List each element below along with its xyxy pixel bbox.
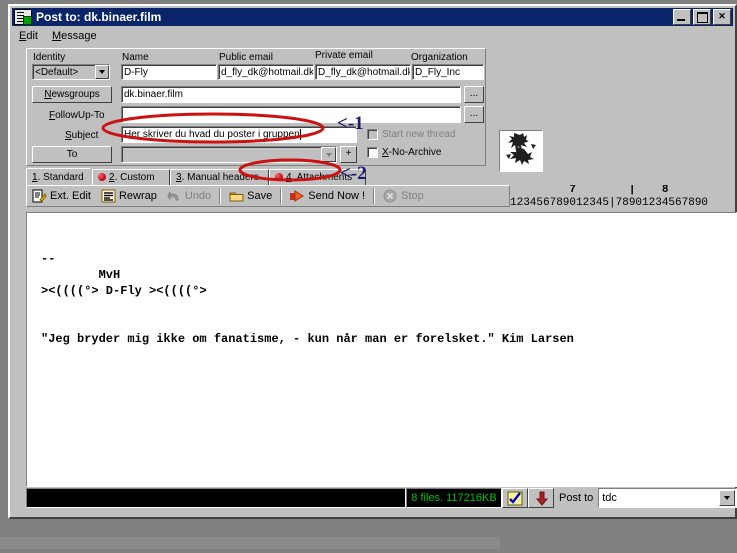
to-button[interactable]: To [32, 146, 112, 163]
undo-label: Undo [184, 190, 212, 202]
toolbar-separator-2 [280, 188, 283, 204]
start-new-thread-checkbox[interactable] [367, 129, 378, 140]
menubar: EEditdit Message [12, 27, 733, 45]
subject-label: Subject [65, 130, 99, 141]
close-button[interactable]: ✕ [713, 9, 731, 25]
followupto-field[interactable] [121, 106, 461, 123]
tab-manual-headers[interactable]: 3. Manual headers [170, 169, 269, 185]
checkmark-icon [507, 491, 523, 505]
organization-field[interactable]: D_Fly_Inc [412, 64, 484, 80]
name-value: D-Fly [124, 67, 148, 78]
identity-chevron-down-icon[interactable] [95, 65, 109, 79]
maximize-button[interactable] [693, 9, 711, 25]
window-titlebar[interactable]: Post to: dk.binaer.film ✕ [12, 8, 733, 26]
post-to-chevron-down-icon[interactable] [719, 490, 735, 506]
external-editor-icon [32, 189, 47, 203]
public-email-label: Public email [219, 52, 273, 63]
tab-custom[interactable]: 2. Custom [92, 169, 170, 185]
post-to-label: Post to [554, 488, 599, 508]
folder-save-icon [229, 189, 244, 203]
post-to-window: Post to: dk.binaer.film ✕ EEditdit Messa… [8, 4, 737, 519]
undo-arrow-icon [167, 189, 182, 203]
save-button[interactable]: Save [224, 186, 277, 206]
annotation-2: <-2 [340, 163, 367, 184]
editor-toolbar: Ext. Edit Rewrap Undo Save Send Now ! St… [26, 185, 510, 207]
stop-label: Stop [401, 190, 424, 202]
newsgroups-value: dk.binaer.film [124, 89, 183, 100]
red-down-arrow-icon [535, 491, 549, 506]
menu-message[interactable]: Message [45, 29, 104, 43]
ext-edit-label: Ext. Edit [50, 190, 91, 202]
annotation-1: <-1 [337, 113, 364, 134]
rewrap-label: Rewrap [118, 190, 157, 202]
ext-edit-button[interactable]: Ext. Edit [27, 186, 96, 206]
name-label: Name [122, 52, 149, 63]
subject-field[interactable]: Her skriver du hvad du poster i gruppen [121, 126, 357, 143]
identity-label: Identity [33, 52, 66, 63]
window-controls: ✕ [673, 9, 733, 25]
check-message-button[interactable] [502, 488, 528, 508]
newsgroups-field[interactable]: dk.binaer.film [121, 86, 461, 103]
message-body-text[interactable]: -- MvH ><((((°> D-Fly ><((((°> "Jeg bryd… [27, 213, 736, 347]
identity-value: <Default> [35, 67, 79, 78]
start-new-thread-label: Start new thread [382, 129, 456, 140]
x-no-archive-label: X-No-Archive [382, 147, 442, 158]
to-chevron-down-icon[interactable] [321, 147, 336, 162]
send-arrow-icon [290, 189, 305, 203]
to-field[interactable] [121, 146, 337, 163]
header-fields-panel: Identity Name Public email Private email… [26, 48, 486, 166]
post-to-value: tdc [602, 492, 617, 504]
organization-value: D_Fly_Inc [415, 67, 461, 78]
toolbar-separator-1 [219, 188, 222, 204]
public-email-field[interactable]: d_fly_dk@hotmail.dk [218, 64, 314, 80]
stop-icon [383, 189, 398, 203]
desktop-taskbar-strip [0, 537, 500, 549]
send-now-label: Send Now ! [308, 190, 366, 202]
status-progress-panel [26, 488, 406, 508]
rewrap-button[interactable]: Rewrap [96, 186, 162, 206]
custom-tab-dot-icon [98, 173, 106, 181]
window-title: Post to: dk.binaer.film [36, 10, 162, 24]
column-ruler: 7 | 8 9 123456789012345|78901234567890 [510, 185, 733, 212]
attachment-info: 8 files. 117216KB [406, 488, 502, 508]
to-add-button[interactable]: + [340, 146, 357, 163]
stop-button[interactable]: Stop [378, 186, 429, 206]
post-to-combo[interactable]: tdc [598, 488, 737, 508]
attachments-tab-dot-icon [275, 173, 283, 181]
ruler-minor-marks: 123456789012345|78901234567890 [510, 197, 709, 209]
followupto-browse-button[interactable]: ... [464, 106, 484, 123]
x-no-archive-checkbox[interactable] [367, 147, 378, 158]
post-message-button[interactable] [528, 488, 554, 508]
message-body-editor[interactable]: -- MvH ><((((°> D-Fly ><((((°> "Jeg bryd… [26, 212, 737, 487]
dragon-logo [499, 130, 543, 172]
news-post-icon [14, 9, 32, 25]
statusbar: 8 files. 117216KB Post to tdc [26, 488, 737, 508]
rewrap-lines-icon [101, 189, 116, 203]
newsgroups-browse-button[interactable]: ... [464, 86, 484, 103]
name-field[interactable]: D-Fly [121, 64, 217, 80]
menu-edit[interactable]: EEditdit [12, 29, 45, 43]
toolbar-separator-3 [373, 188, 376, 204]
tab-standard[interactable]: 1. Standard [26, 168, 90, 186]
private-email-label: Private email [315, 50, 373, 61]
start-new-thread-checkbox-row[interactable]: Start new thread [367, 129, 455, 140]
tab-strip: 1. Standard 2. Custom 3. Manual headers … [26, 168, 376, 186]
x-no-archive-checkbox-row[interactable]: X-No-Archive [367, 147, 441, 158]
private-email-value: D_fly_dk@hotmail.dk [318, 67, 411, 78]
minimize-button[interactable] [673, 9, 691, 25]
send-now-button[interactable]: Send Now ! [285, 186, 370, 206]
save-label: Save [247, 190, 273, 202]
dragon-logo-icon [506, 133, 536, 165]
subject-value: Her skriver du hvad du poster i gruppen [124, 129, 300, 140]
undo-button[interactable]: Undo [162, 186, 216, 206]
private-email-field[interactable]: D_fly_dk@hotmail.dk [315, 64, 411, 80]
newsgroups-button[interactable]: Newsgroups [32, 86, 112, 103]
followupto-label: FollowUp-To [49, 110, 105, 121]
organization-label: Organization [411, 52, 468, 63]
public-email-value: d_fly_dk@hotmail.dk [221, 67, 314, 78]
